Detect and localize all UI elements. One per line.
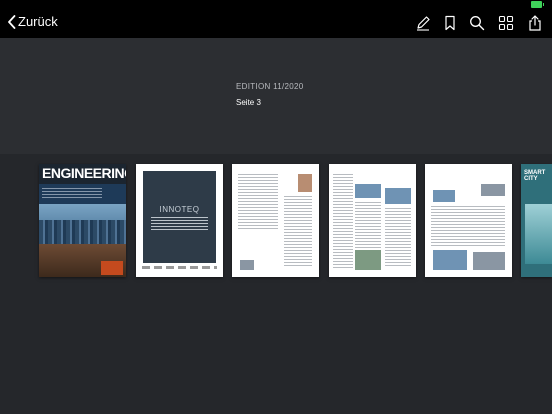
share-icon[interactable] <box>527 15 543 31</box>
thumbnail-page-6[interactable]: SMART CITY <box>521 164 552 277</box>
bookmark-icon[interactable] <box>442 15 458 31</box>
page-photo <box>355 184 381 198</box>
chevron-left-icon <box>8 14 16 29</box>
edition-label: EDITION 11/2020 <box>236 82 304 91</box>
cover-image <box>39 220 126 244</box>
cover-badge <box>101 261 123 275</box>
back-label: Zurück <box>18 14 58 29</box>
ad-title: INNOTEQ <box>159 205 200 214</box>
page-photo <box>298 174 312 192</box>
cover-masthead: ENGINEERING <box>39 164 126 184</box>
battery-icon <box>531 1 544 8</box>
status-bar <box>0 0 552 8</box>
thumbnail-page-3[interactable] <box>232 164 319 277</box>
top-toolbar: Zurück <box>0 8 552 38</box>
search-icon[interactable] <box>469 15 485 31</box>
thumbnail-page-2[interactable]: INNOTEQ <box>136 164 223 277</box>
edition-header: EDITION 11/2020 Seite 3 <box>0 38 552 154</box>
pencil-icon[interactable] <box>415 15 431 31</box>
ad-panel: INNOTEQ <box>143 171 216 263</box>
page-photo <box>433 190 455 202</box>
page-title: SMART CITY <box>524 170 546 182</box>
thumbnail-cover[interactable]: ENGINEERING <box>39 164 126 277</box>
thumbnail-strip[interactable]: ENGINEERING INNOTEQ SMART CITY <box>0 154 552 414</box>
ad-logos <box>142 266 217 269</box>
thumbnail-page-4[interactable] <box>329 164 416 277</box>
thumbnail-page-5[interactable] <box>425 164 512 277</box>
grid-icon[interactable] <box>498 15 514 31</box>
back-button[interactable]: Zurück <box>7 14 58 29</box>
page-label: Seite 3 <box>236 98 261 107</box>
